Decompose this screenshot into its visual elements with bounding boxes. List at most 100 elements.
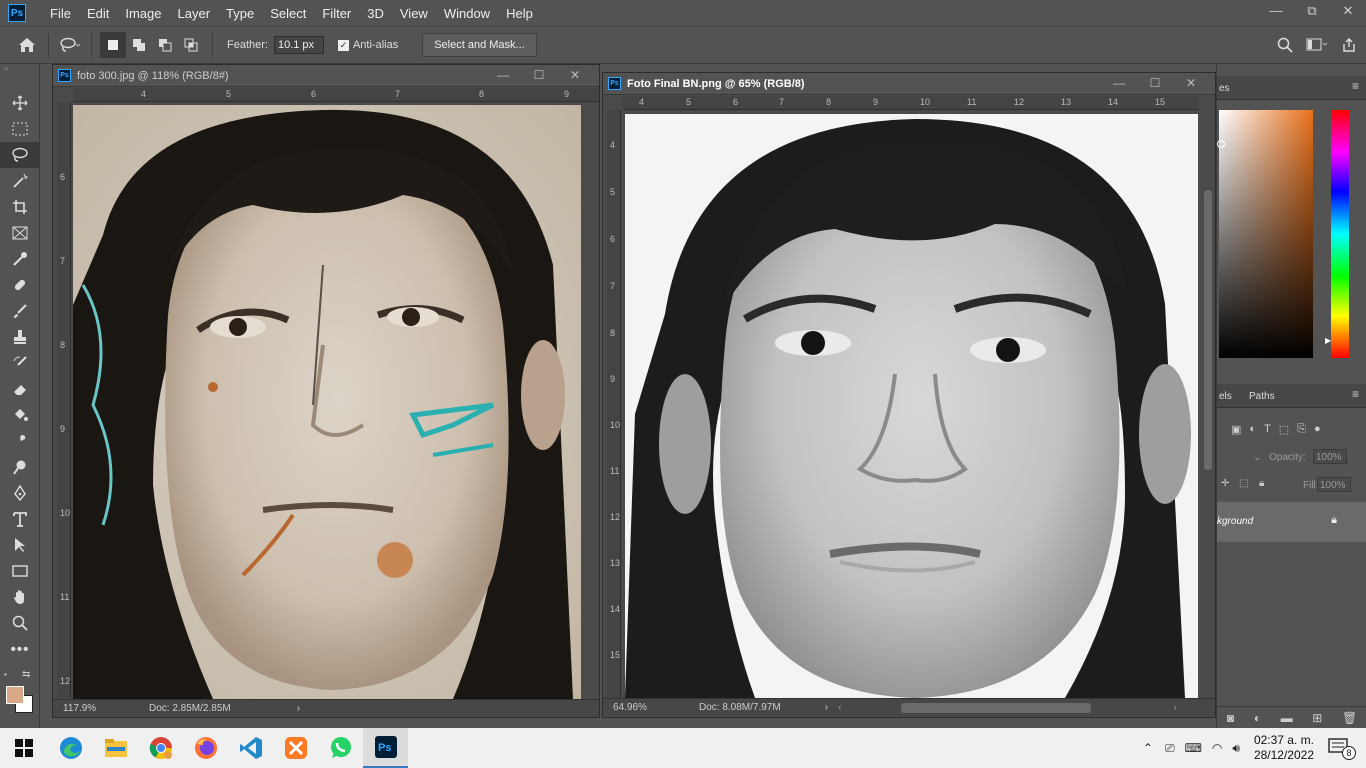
menu-view[interactable]: View [392, 6, 436, 21]
lasso-tool-icon[interactable] [0, 142, 40, 168]
doc-minimize-button[interactable]: — [485, 65, 521, 87]
keyboard-icon[interactable]: ⌨ [1185, 741, 1202, 755]
lasso-icon[interactable] [57, 32, 83, 58]
menu-edit[interactable]: Edit [79, 6, 117, 21]
select-and-mask-button[interactable]: Select and Mask... [422, 33, 537, 57]
history-brush-tool-icon[interactable] [0, 350, 40, 376]
menu-3d[interactable]: 3D [359, 6, 392, 21]
add-mask-icon[interactable]: ◙ [1227, 711, 1234, 725]
foreground-color-swatch[interactable] [6, 686, 24, 704]
scroll-left-icon[interactable]: ‹ [838, 702, 841, 713]
status-menu-arrow-icon[interactable]: › [825, 702, 828, 713]
menu-help[interactable]: Help [498, 6, 541, 21]
swap-colors-icon[interactable]: ⇆ [22, 669, 30, 680]
smudge-tool-icon[interactable] [0, 428, 40, 454]
canvas-photo-original[interactable] [73, 105, 581, 699]
more-tools-icon[interactable]: ••• [0, 636, 40, 662]
healing-brush-tool-icon[interactable] [0, 272, 40, 298]
windows-start-icon[interactable] [0, 728, 48, 768]
wifi-icon[interactable]: ◠ [1212, 741, 1222, 755]
doc-close-button[interactable]: ✕ [557, 65, 593, 87]
clone-stamp-tool-icon[interactable] [0, 324, 40, 350]
xampp-icon[interactable] [273, 728, 318, 768]
eyedropper-tool-icon[interactable] [0, 246, 40, 272]
image-filter-icon[interactable]: ▣ [1231, 423, 1241, 436]
layer-row-background[interactable]: kground 🔒︎ [1217, 502, 1366, 542]
zoom-level[interactable]: 117.9% [63, 703, 133, 714]
zoom-tool-icon[interactable] [0, 610, 40, 636]
hand-tool-icon[interactable] [0, 584, 40, 610]
close-button[interactable]: ✕ [1330, 0, 1366, 26]
meet-now-icon[interactable]: ⎚ [1165, 741, 1175, 756]
volume-icon[interactable]: 🔊︎ [1232, 741, 1240, 756]
move-tool-icon[interactable] [0, 90, 40, 116]
firefox-icon[interactable] [183, 728, 228, 768]
edge-icon[interactable] [48, 728, 93, 768]
minimize-button[interactable]: — [1258, 0, 1294, 26]
chrome-icon[interactable] [138, 728, 183, 768]
menu-layer[interactable]: Layer [170, 6, 219, 21]
document-tab[interactable]: Ps foto 300.jpg @ 118% (RGB/8#) — ☐ ✕ [53, 65, 599, 87]
layers-tab[interactable]: els [1219, 391, 1232, 402]
menu-image[interactable]: Image [117, 6, 169, 21]
lock-position-icon[interactable]: ✛ [1221, 478, 1229, 489]
type-filter-icon[interactable]: T [1264, 423, 1271, 435]
brush-tool-icon[interactable] [0, 298, 40, 324]
magic-wand-tool-icon[interactable] [0, 168, 40, 194]
scroll-right-icon[interactable]: › [1173, 702, 1176, 713]
workspace-icon[interactable] [1304, 32, 1330, 58]
vertical-scrollbar[interactable] [1203, 110, 1213, 698]
menu-file[interactable]: File [42, 6, 79, 21]
eraser-tool-icon[interactable] [0, 376, 40, 402]
document-tab[interactable]: Ps Foto Final BN.png @ 65% (RGB/8) — ☐ ✕ [603, 73, 1215, 95]
color-picker-cursor[interactable] [1217, 140, 1225, 148]
vscode-icon[interactable] [228, 728, 273, 768]
subtract-from-selection-icon[interactable] [152, 32, 178, 58]
chevron-up-icon[interactable]: ⌃ [1143, 741, 1153, 755]
canvas-photo-restored[interactable] [625, 114, 1198, 698]
shape-filter-icon[interactable]: ⬚ [1279, 423, 1289, 436]
clock[interactable]: 02:37 a. m. 28/12/2022 [1254, 733, 1314, 763]
doc-maximize-button[interactable]: ☐ [521, 65, 557, 87]
paint-bucket-tool-icon[interactable] [0, 402, 40, 428]
share-icon[interactable] [1336, 32, 1362, 58]
fill-input[interactable]: 100% [1317, 477, 1351, 492]
toolbar-grip-icon[interactable]: » [0, 64, 39, 74]
filter-toggle-icon[interactable]: ● [1314, 423, 1321, 435]
antialias-checkbox[interactable]: ✓ [337, 39, 349, 51]
zoom-level[interactable]: 64.96% [613, 702, 683, 713]
search-icon[interactable] [1272, 32, 1298, 58]
doc-close-button[interactable]: ✕ [1173, 73, 1209, 95]
home-icon[interactable] [14, 32, 40, 58]
panel-menu-icon[interactable]: ≡ [1352, 387, 1359, 401]
hue-slider-thumb[interactable]: ▶ [1325, 336, 1331, 345]
opacity-input[interactable]: 100% [1313, 449, 1347, 464]
adjustment-layer-icon[interactable]: ◐ [1254, 711, 1261, 725]
smart-object-filter-icon[interactable]: ⎘ [1297, 423, 1306, 436]
new-layer-icon[interactable]: ⊞ [1312, 711, 1322, 725]
crop-tool-icon[interactable] [0, 194, 40, 220]
paths-tab[interactable]: Paths [1249, 391, 1275, 402]
rectangle-tool-icon[interactable] [0, 558, 40, 584]
doc-maximize-button[interactable]: ☐ [1137, 73, 1173, 95]
default-colors-icon[interactable]: ▪ [4, 670, 7, 679]
menu-filter[interactable]: Filter [314, 6, 359, 21]
notifications-icon[interactable]: 8 [1326, 736, 1356, 760]
doc-minimize-button[interactable]: — [1101, 73, 1137, 95]
menu-type[interactable]: Type [218, 6, 262, 21]
chevron-down-icon[interactable]: ⌄ [1253, 452, 1261, 463]
color-panel-tab[interactable]: es [1219, 83, 1230, 94]
type-tool-icon[interactable] [0, 506, 40, 532]
marquee-tool-icon[interactable] [0, 116, 40, 142]
delete-layer-icon[interactable]: 🗑︎ [1342, 711, 1357, 725]
add-to-selection-icon[interactable] [126, 32, 152, 58]
lock-artboard-icon[interactable]: ⬚ [1239, 478, 1248, 489]
menu-window[interactable]: Window [436, 6, 498, 21]
hue-slider[interactable]: ▶ [1325, 110, 1349, 358]
feather-input[interactable] [273, 36, 324, 54]
whatsapp-icon[interactable] [318, 728, 363, 768]
path-selection-tool-icon[interactable] [0, 532, 40, 558]
lock-all-icon[interactable]: 🔒︎ [1259, 478, 1264, 489]
frame-tool-icon[interactable] [0, 220, 40, 246]
new-selection-icon[interactable] [100, 32, 126, 58]
